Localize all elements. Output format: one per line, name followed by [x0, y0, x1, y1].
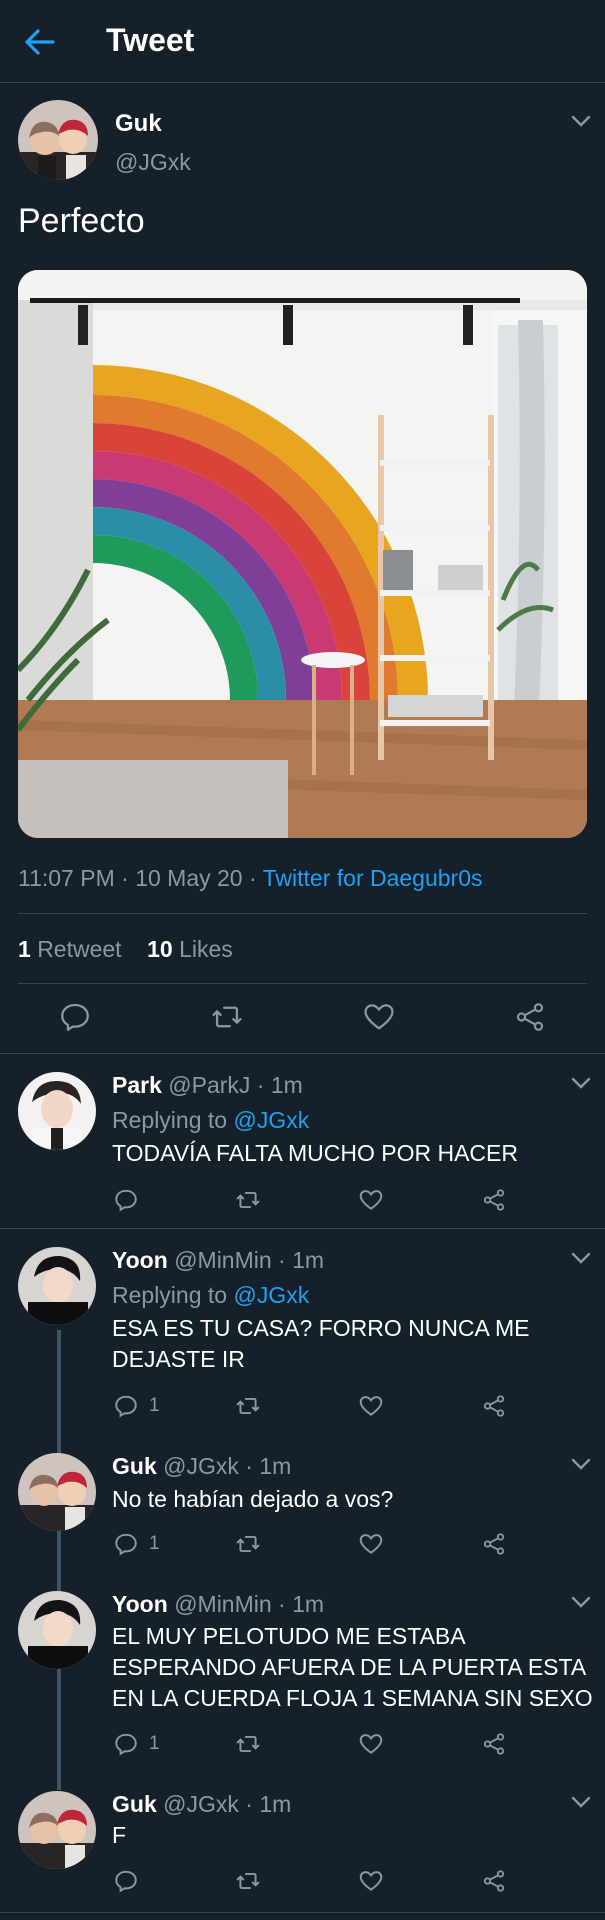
tweet-stats: 1 Retweet 10 Likes — [18, 936, 233, 963]
reply-time: 1m — [292, 1247, 325, 1273]
author-name[interactable]: Guk — [115, 110, 162, 138]
avatar[interactable] — [18, 1453, 96, 1531]
tweet-date: 10 May 20 — [135, 865, 243, 891]
reply-header: Yoon @MinMin · 1m — [112, 1247, 325, 1273]
reply-icon[interactable] — [112, 1731, 140, 1757]
reply-author-name[interactable]: Yoon — [112, 1591, 168, 1617]
like-icon[interactable] — [362, 1000, 396, 1034]
reply-count: 1 — [149, 1395, 160, 1416]
retweet-icon[interactable] — [234, 1187, 262, 1213]
back-arrow-icon[interactable] — [24, 28, 56, 56]
reply-header: Guk @JGxk · 1m — [112, 1453, 292, 1479]
chevron-down-icon[interactable] — [570, 1251, 592, 1265]
avatar[interactable] — [18, 1072, 96, 1150]
reply-count: 1 — [149, 1533, 160, 1554]
chevron-down-icon[interactable] — [570, 114, 592, 128]
avatar[interactable] — [18, 1791, 96, 1869]
retweets-stat[interactable]: 1 Retweet — [18, 936, 122, 962]
tweet-image[interactable] — [18, 270, 587, 838]
share-icon[interactable] — [480, 1531, 508, 1557]
reply-author-handle[interactable]: @MinMin — [174, 1247, 271, 1273]
like-icon[interactable] — [357, 1187, 385, 1213]
reply-text: F — [112, 1822, 127, 1848]
reply-icon[interactable] — [112, 1393, 140, 1419]
reply-header: Park @ParkJ · 1m — [112, 1072, 303, 1098]
avatar[interactable] — [18, 100, 98, 180]
retweet-icon[interactable] — [210, 1000, 244, 1034]
reply-text: TODAVÍA FALTA MUCHO POR HACER — [112, 1140, 518, 1166]
tweet-meta: 11:07 PM · 10 May 20 · Twitter for Daegu… — [18, 865, 483, 891]
tweet-time: 11:07 PM — [18, 865, 115, 891]
chevron-down-icon[interactable] — [570, 1076, 592, 1090]
reply-header: Yoon @MinMin · 1m — [112, 1591, 325, 1617]
tweet-text: Perfecto — [18, 202, 145, 240]
share-icon[interactable] — [480, 1868, 508, 1894]
reply-author-name[interactable]: Park — [112, 1072, 162, 1098]
top-bar: Tweet — [0, 0, 605, 83]
divider — [0, 1228, 605, 1229]
likes-stat[interactable]: 10 Likes — [147, 936, 233, 962]
divider — [18, 983, 587, 984]
chevron-down-icon[interactable] — [570, 1457, 592, 1471]
like-icon[interactable] — [357, 1531, 385, 1557]
chevron-down-icon[interactable] — [570, 1795, 592, 1809]
reply-time: 1m — [259, 1791, 292, 1817]
avatar[interactable] — [18, 1591, 96, 1669]
reply-time: 1m — [270, 1072, 303, 1098]
retweet-icon[interactable] — [234, 1531, 262, 1557]
reply-author-name[interactable]: Guk — [112, 1791, 157, 1817]
share-icon[interactable] — [480, 1731, 508, 1757]
replying-to: Replying to @JGxk — [112, 1282, 310, 1308]
reply-icon[interactable] — [112, 1187, 140, 1213]
like-icon[interactable] — [357, 1393, 385, 1419]
chevron-down-icon[interactable] — [570, 1595, 592, 1609]
replying-to: Replying to @JGxk — [112, 1107, 310, 1133]
reply-icon[interactable] — [112, 1531, 140, 1557]
reply-icon[interactable] — [58, 1000, 92, 1034]
retweet-icon[interactable] — [234, 1868, 262, 1894]
reply-author-handle[interactable]: @JGxk — [163, 1791, 239, 1817]
like-icon[interactable] — [357, 1868, 385, 1894]
divider — [18, 913, 587, 914]
thread-line — [57, 1330, 61, 1790]
retweet-icon[interactable] — [234, 1731, 262, 1757]
reply-text: No te habían dejado a vos? — [112, 1486, 394, 1512]
reply-count: 1 — [149, 1733, 160, 1754]
reply-author-name[interactable]: Guk — [112, 1453, 157, 1479]
reply-author-handle[interactable]: @ParkJ — [168, 1072, 250, 1098]
reply-time: 1m — [292, 1591, 325, 1617]
reply-icon[interactable] — [112, 1868, 140, 1894]
retweet-icon[interactable] — [234, 1393, 262, 1419]
author-handle[interactable]: @JGxk — [115, 149, 191, 176]
share-icon[interactable] — [513, 1000, 547, 1034]
mention-link[interactable]: @JGxk — [233, 1107, 309, 1133]
reply-header: Guk @JGxk · 1m — [112, 1791, 292, 1817]
reply-author-handle[interactable]: @JGxk — [163, 1453, 239, 1479]
divider — [0, 1053, 605, 1054]
reply-text: EL MUY PELOTUDO ME ESTABA ESPERANDO AFUER… — [112, 1623, 593, 1711]
reply-author-handle[interactable]: @MinMin — [174, 1591, 271, 1617]
divider — [0, 1912, 605, 1913]
reply-author-name[interactable]: Yoon — [112, 1247, 168, 1273]
tweet-source-link[interactable]: Twitter for Daegubr0s — [263, 865, 483, 891]
reply-time: 1m — [259, 1453, 292, 1479]
share-icon[interactable] — [480, 1393, 508, 1419]
mention-link[interactable]: @JGxk — [233, 1282, 309, 1308]
avatar[interactable] — [18, 1247, 96, 1325]
page-title: Tweet — [106, 22, 195, 58]
share-icon[interactable] — [480, 1187, 508, 1213]
like-icon[interactable] — [357, 1731, 385, 1757]
reply-text: ESA ES TU CASA? FORRO NUNCA ME DEJASTE IR — [112, 1315, 530, 1372]
